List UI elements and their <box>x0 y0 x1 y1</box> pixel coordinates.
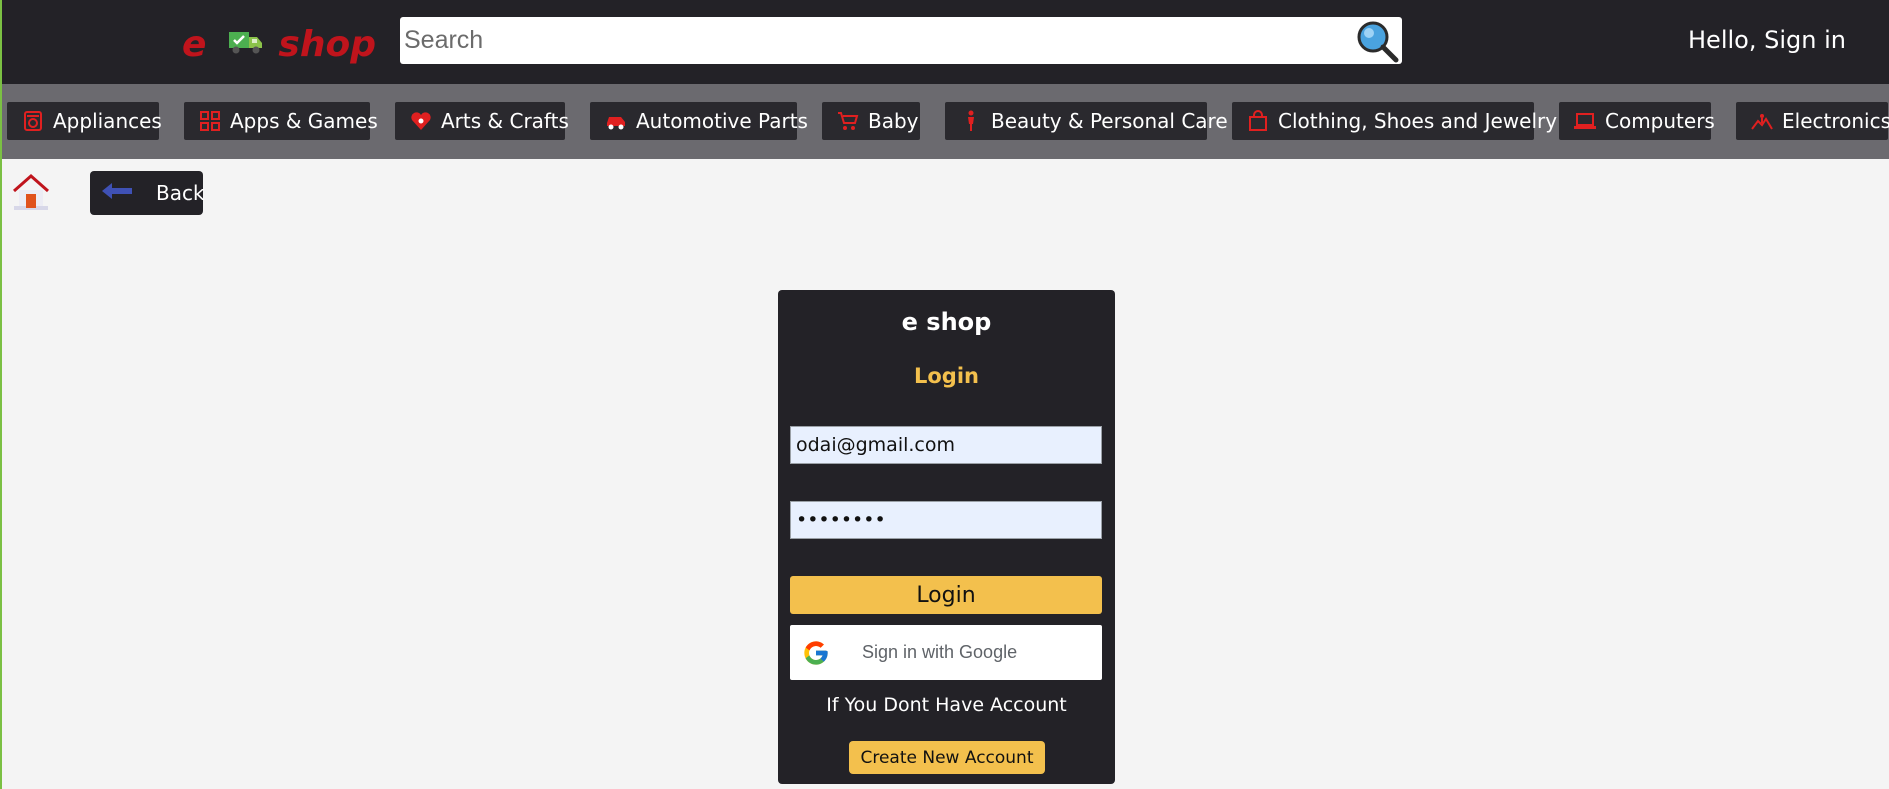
category-label: Electronics <box>1782 109 1889 133</box>
category-apps-games[interactable]: Apps & Games <box>184 102 378 140</box>
category-arts-crafts[interactable]: Arts & Crafts <box>395 102 569 140</box>
category-label: Apps & Games <box>230 109 378 133</box>
appliance-icon <box>21 109 45 133</box>
login-card: e shop Login Login Sign in with Google I… <box>778 290 1115 784</box>
logo-text-e: e <box>182 23 207 65</box>
car-icon <box>604 109 628 133</box>
sign-in-link[interactable]: Hello, Sign in <box>1688 26 1846 54</box>
category-automotive-parts[interactable]: Automotive Parts <box>590 102 808 140</box>
category-label: Clothing, Shoes and Jewelry <box>1278 109 1558 133</box>
no-account-text: If You Dont Have Account <box>826 694 1067 716</box>
category-appliances[interactable]: Appliances <box>7 102 162 140</box>
laptop-icon <box>1573 109 1597 133</box>
login-title: Login <box>914 364 979 388</box>
home-icon[interactable] <box>12 172 50 216</box>
google-button-label: Sign in with Google <box>862 642 1018 662</box>
person-icon <box>959 109 983 133</box>
card-brand: e shop <box>901 308 992 336</box>
password-field[interactable] <box>790 501 1102 539</box>
category-label: Appliances <box>53 109 162 133</box>
category-beauty-personal-care[interactable]: Beauty & Personal Care <box>945 102 1228 140</box>
google-icon <box>802 639 830 667</box>
heart-icon <box>409 109 433 133</box>
category-electronics[interactable]: Electronics <box>1736 102 1889 140</box>
search-icon[interactable] <box>1354 19 1400 67</box>
back-label: Back <box>156 181 205 205</box>
category-clothing-shoes-jewelry[interactable]: Clothing, Shoes and Jewelry <box>1232 102 1557 140</box>
category-computers[interactable]: Computers <box>1559 102 1715 140</box>
category-label: Automotive Parts <box>636 109 808 133</box>
category-bar: Appliances Apps & Games Arts & Crafts Au… <box>2 84 1889 159</box>
category-label: Baby <box>868 109 919 133</box>
create-account-button[interactable]: Create New Account <box>849 741 1045 774</box>
electronics-icon <box>1750 109 1774 133</box>
google-sign-in-button[interactable]: Sign in with Google <box>790 625 1102 680</box>
logo[interactable]: e shop <box>182 20 376 68</box>
shopping-bag-icon <box>1246 109 1270 133</box>
arrow-left-icon <box>100 181 134 206</box>
category-label: Arts & Crafts <box>441 109 569 133</box>
search-bar <box>400 17 1402 64</box>
category-label: Beauty & Personal Care <box>991 109 1228 133</box>
category-baby[interactable]: Baby <box>822 102 920 140</box>
category-label: Computers <box>1605 109 1715 133</box>
apps-grid-icon <box>198 109 222 133</box>
email-field[interactable] <box>790 426 1102 464</box>
login-button[interactable]: Login <box>790 576 1102 614</box>
search-input[interactable] <box>400 17 1340 64</box>
back-button[interactable]: Back <box>90 171 205 215</box>
stroller-icon <box>836 109 860 133</box>
delivery-truck-icon <box>228 24 264 65</box>
logo-text-shop: shop <box>278 23 376 65</box>
header: e shop Hello, Sign in <box>2 0 1889 84</box>
